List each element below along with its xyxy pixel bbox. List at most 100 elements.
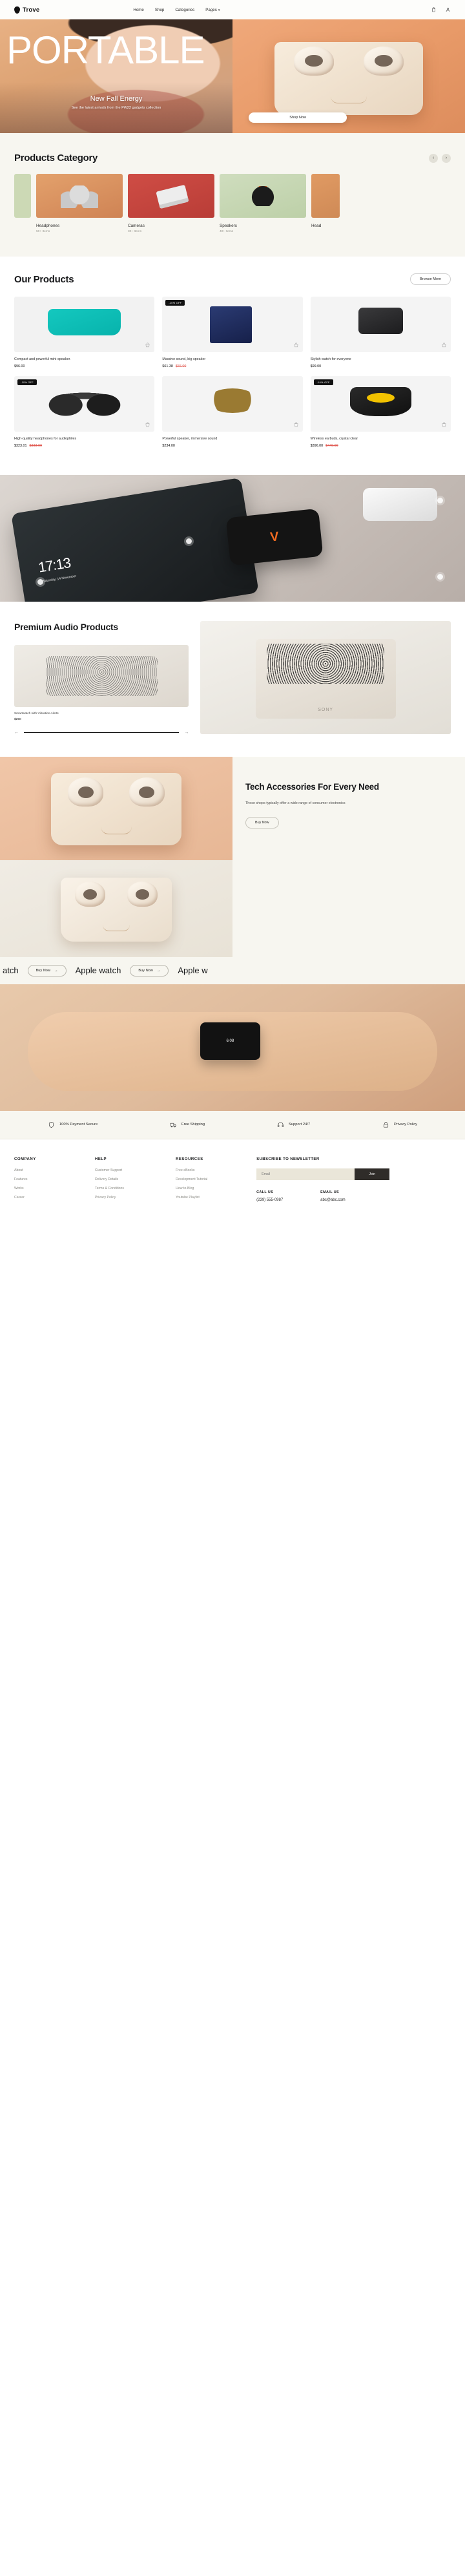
- category-carousel-track[interactable]: Headphones 50+ Items Cameras 30+ Items S…: [0, 174, 465, 233]
- category-carousel-controls: ‹ ›: [429, 153, 451, 163]
- product-card[interactable]: -10% OFF Massive sound, big speaker $61.…: [162, 297, 303, 368]
- speaker-graphic: SONY: [255, 639, 396, 719]
- tech-buy-now-button[interactable]: Buy Now: [245, 816, 279, 829]
- nav-item-shop[interactable]: Shop: [155, 8, 164, 12]
- earbuds-case-graphic: [274, 42, 424, 115]
- products-grid: Compact and powerful mini-speaker. $96.0…: [14, 297, 451, 448]
- case-smile-detail: [100, 827, 132, 834]
- add-to-cart-icon[interactable]: [293, 343, 299, 348]
- call-us-label: CALL US: [256, 1190, 274, 1194]
- footer-link-about[interactable]: About: [14, 1168, 95, 1172]
- category-card-partial-left[interactable]: [14, 174, 31, 233]
- category-next-button[interactable]: ›: [442, 153, 451, 163]
- footer-link-works[interactable]: Works: [14, 1187, 95, 1190]
- category-label: Cameras: [128, 224, 145, 228]
- newsletter-email-input[interactable]: [256, 1168, 355, 1180]
- product-name: Massive sound, big speaker: [162, 357, 206, 361]
- brand-logo[interactable]: Trove: [14, 6, 39, 14]
- contact-email: EMAIL US abc@abc.com: [320, 1190, 345, 1202]
- product-image: [310, 297, 451, 352]
- category-prev-button[interactable]: ‹: [429, 153, 438, 163]
- products-header: Our Products Browse More: [14, 273, 451, 285]
- footer-link-privacy-policy[interactable]: Privacy Policy: [95, 1196, 176, 1199]
- main-nav: Home Shop Categories Pages ▾: [133, 8, 220, 12]
- bag-icon[interactable]: [431, 6, 437, 13]
- hotspot-dot[interactable]: [186, 538, 192, 544]
- category-card-partial-right[interactable]: Head: [311, 174, 340, 233]
- premium-thumb-image[interactable]: [14, 644, 189, 707]
- category-count: 50+ Items: [36, 230, 50, 233]
- hotspot-dot[interactable]: [437, 573, 443, 580]
- premium-caption: Smartwatch with Vibration Alerts: [14, 712, 59, 715]
- footer-link-customer-support[interactable]: Customer Support: [95, 1168, 176, 1172]
- hotspot-dot[interactable]: [437, 498, 443, 504]
- premium-next-button[interactable]: →: [184, 730, 189, 735]
- product-name: Wireless earbuds, crystal clear: [310, 437, 358, 441]
- footer-link-how-to-blog[interactable]: How to-Blog: [176, 1187, 256, 1190]
- lock-icon: [383, 1121, 389, 1128]
- feature-payment-secure: 100% Payment Secure: [48, 1121, 98, 1128]
- footer-link-features[interactable]: Features: [14, 1177, 95, 1181]
- feature-support: Support 24/7: [277, 1121, 310, 1128]
- price-old: $440.00: [326, 444, 338, 448]
- add-to-cart-icon[interactable]: [293, 422, 299, 428]
- hotspot-dot[interactable]: [37, 578, 43, 585]
- price-current: $96.00: [14, 364, 25, 368]
- marquee-buy-now-button[interactable]: Buy Now →: [27, 964, 67, 977]
- nav-item-home[interactable]: Home: [133, 8, 144, 12]
- product-card[interactable]: -10% OFF High-quality headphones for aud…: [14, 376, 155, 448]
- product-name: Powerful speaker, immersive sound: [162, 437, 218, 441]
- premium-price: $250: [14, 717, 21, 721]
- price-old: $333.00: [29, 444, 43, 448]
- footer-link-development-tutorial[interactable]: Development Tutorial: [176, 1177, 256, 1181]
- price-current: $234.00: [162, 444, 175, 448]
- newsletter-join-button[interactable]: Join: [355, 1168, 390, 1180]
- marquee-buy-now-button[interactable]: Buy Now →: [130, 964, 169, 977]
- product-card[interactable]: Powerful speaker, immersive sound $234.0…: [162, 376, 303, 448]
- product-card[interactable]: Stylish watch for everyone $99.00: [310, 297, 451, 368]
- call-us-value[interactable]: (239) 555-0987: [256, 1198, 283, 1202]
- hero-title: PORTABLE: [6, 28, 205, 72]
- add-to-cart-icon[interactable]: [441, 422, 447, 428]
- footer-link-youtube-playlist[interactable]: Youtube Playlist: [176, 1196, 256, 1199]
- newsletter-form: Join: [256, 1168, 390, 1180]
- category-label: Headphones: [36, 224, 60, 228]
- product-name: High-quality headphones for audiophiles: [14, 437, 77, 441]
- product-price: $96.00: [14, 364, 154, 368]
- product-card[interactable]: -10% OFF Wireless earbuds, crystal clear…: [310, 376, 451, 448]
- category-card-cameras[interactable]: Cameras 30+ Items: [128, 174, 214, 233]
- nav-label: Pages: [205, 7, 217, 12]
- premium-left-column: Premium Audio Products Smartwatch with V…: [14, 621, 189, 735]
- premium-title: Premium Audio Products: [14, 622, 118, 632]
- header-actions: [431, 6, 451, 13]
- product-card[interactable]: Compact and powerful mini-speaker. $96.0…: [14, 297, 155, 368]
- footer-link-career[interactable]: Career: [14, 1196, 95, 1199]
- add-to-cart-icon[interactable]: [441, 343, 447, 348]
- add-to-cart-icon[interactable]: [145, 343, 150, 348]
- footer-link-delivery-details[interactable]: Delivery Details: [95, 1177, 176, 1181]
- footer-newsletter: SUBSCRIBE TO NEWSLETTER Join CALL US (23…: [256, 1157, 451, 1205]
- footer-heading: HELP: [95, 1157, 107, 1161]
- email-us-value[interactable]: abc@abc.com: [320, 1198, 345, 1202]
- footer-link-terms[interactable]: Terms & Conditions: [95, 1187, 176, 1190]
- nav-label: Home: [133, 7, 144, 12]
- product-image: -10% OFF: [14, 376, 155, 432]
- footer-link-free-ebooks[interactable]: Free eBooks: [176, 1168, 256, 1172]
- browse-more-button[interactable]: Browse More: [410, 273, 451, 285]
- features-bar: 100% Payment Secure Free Shipping Suppor…: [0, 1110, 465, 1139]
- discount-badge: -10% OFF: [17, 379, 37, 385]
- tech-subtitle: These shops typically offer a wide range…: [245, 801, 346, 805]
- premium-prev-button[interactable]: ←: [14, 730, 19, 735]
- nav-item-pages[interactable]: Pages ▾: [205, 8, 220, 12]
- category-card-speakers[interactable]: Speakers 40+ Items: [220, 174, 306, 233]
- site-header: Trove Home Shop Categories Pages ▾: [0, 0, 465, 19]
- premium-right-column: SONY: [200, 621, 451, 735]
- discount-badge: -10% OFF: [313, 379, 333, 385]
- shop-now-button[interactable]: Shop Now: [249, 112, 347, 123]
- add-to-cart-icon[interactable]: [145, 422, 150, 428]
- tech-image-bottom: [0, 860, 232, 957]
- earbud-left: [68, 777, 103, 807]
- category-card-headphones[interactable]: Headphones 50+ Items: [36, 174, 123, 233]
- user-icon[interactable]: [445, 6, 451, 13]
- nav-item-categories[interactable]: Categories: [175, 8, 194, 12]
